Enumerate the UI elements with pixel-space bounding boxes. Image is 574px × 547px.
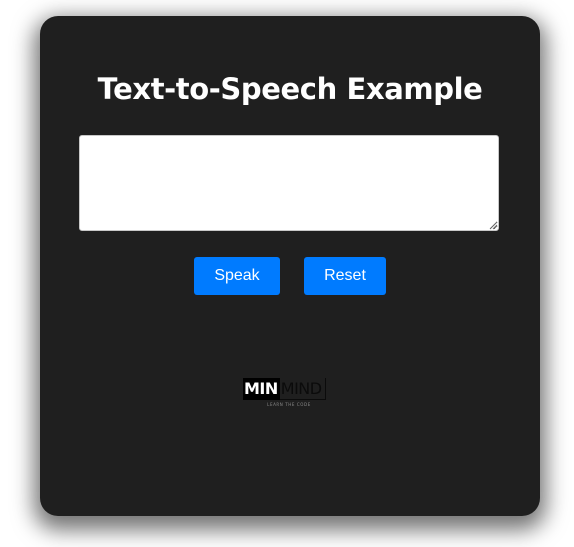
tts-card: Text-to-Speech Example Speak Reset MIN M…	[40, 16, 540, 516]
speak-button[interactable]: Speak	[194, 257, 280, 295]
logo-word-light: MIND	[279, 378, 326, 400]
reset-button[interactable]: Reset	[304, 257, 386, 295]
logo-tagline: LEARN THE CODE	[267, 402, 311, 407]
brand-logo: MIN MIND LEARN THE CODE	[243, 378, 333, 408]
page-title: Text-to-Speech Example	[97, 72, 483, 106]
logo-wordmark: MIN MIND	[243, 378, 333, 400]
text-input[interactable]	[79, 135, 499, 231]
logo-word-bold: MIN	[243, 378, 280, 400]
